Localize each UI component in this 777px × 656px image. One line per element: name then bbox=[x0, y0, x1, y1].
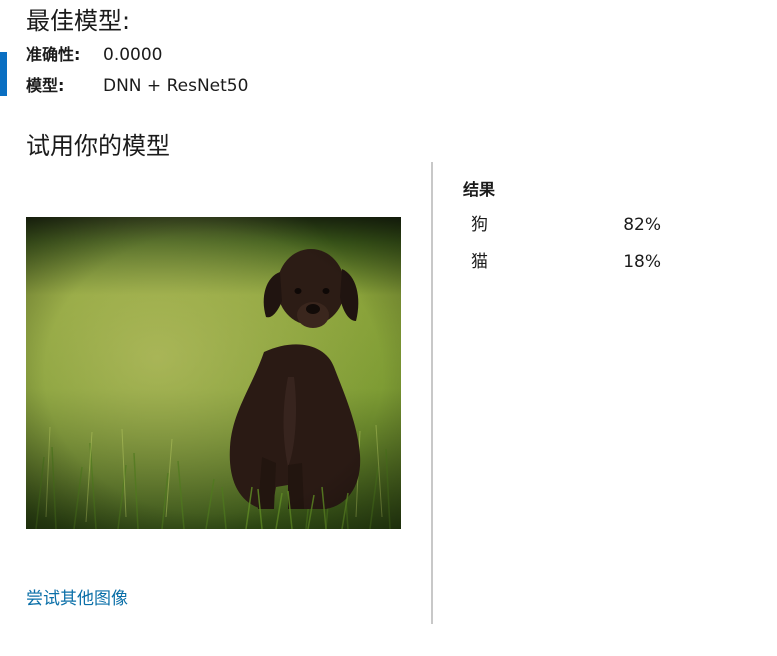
try-other-image-link[interactable]: 尝试其他图像 bbox=[26, 587, 128, 611]
best-model-title: 最佳模型: bbox=[26, 7, 131, 35]
result-value: 18% bbox=[623, 252, 661, 272]
result-value: 82% bbox=[623, 215, 661, 235]
uploaded-image-preview bbox=[26, 217, 401, 529]
result-label: 狗 bbox=[471, 215, 488, 235]
accuracy-value: 0.0000 bbox=[103, 45, 163, 65]
accuracy-row: 准确性: 0.0000 bbox=[26, 43, 162, 67]
results-title: 结果 bbox=[463, 180, 496, 199]
model-value: DNN + ResNet50 bbox=[103, 76, 249, 96]
try-model-title: 试用你的模型 bbox=[26, 132, 170, 160]
result-label: 猫 bbox=[471, 252, 488, 272]
model-label: 模型: bbox=[26, 76, 65, 95]
model-row: 模型: DNN + ResNet50 bbox=[26, 74, 248, 98]
accuracy-label: 准确性: bbox=[26, 45, 81, 64]
puppy-on-grass-image bbox=[26, 217, 401, 529]
accent-bar bbox=[0, 52, 7, 96]
vertical-divider bbox=[431, 162, 433, 624]
